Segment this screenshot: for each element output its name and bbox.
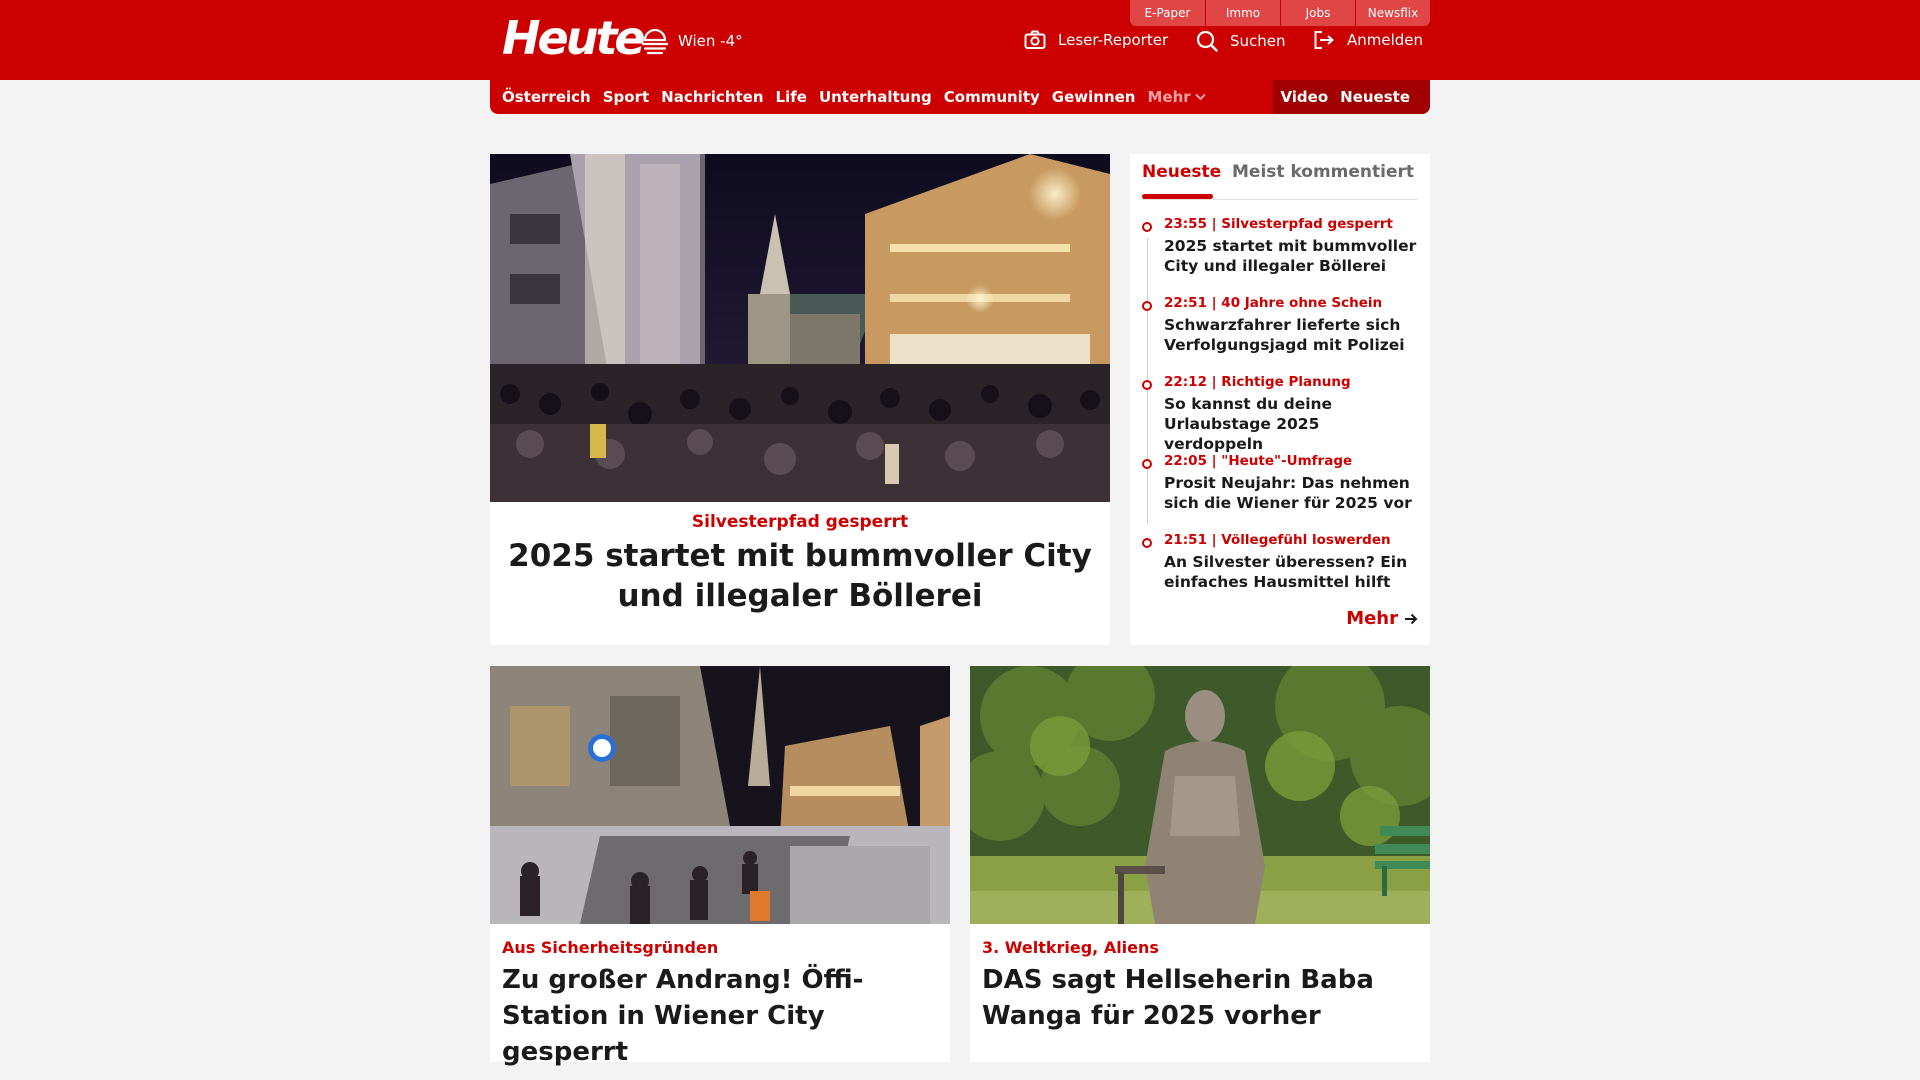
article-card[interactable]: 3. Weltkrieg, Aliens DAS sagt Hellseheri… (970, 666, 1430, 1062)
article-card[interactable]: Aus Sicherheitsgründen Zu großer Andrang… (490, 666, 950, 1067)
nav-items: Österreich Sport Nachrichten Life Unterh… (502, 80, 1206, 114)
hero-article[interactable]: Silvesterpfad gesperrt 2025 startet mit … (490, 154, 1110, 645)
camera-icon (1024, 30, 1046, 49)
tab-meist-kommentiert[interactable]: Meist kommentiert (1232, 162, 1414, 182)
ticker-meta: 22:51 | 40 Jahre ohne Schein (1164, 295, 1383, 311)
nav-item-gewinnen[interactable]: Gewinnen (1052, 88, 1136, 106)
nav-more-dropdown[interactable]: Mehr (1147, 88, 1206, 106)
service-links: E-Paper Immo Jobs Newsflix (1130, 0, 1430, 26)
ticker-tabs: Neueste Meist kommentiert (1142, 154, 1418, 200)
weather-icon (641, 28, 669, 55)
card-image-metro (490, 666, 950, 924)
search-button[interactable]: Suchen (1196, 30, 1286, 52)
more-news-link[interactable]: Mehr (1346, 608, 1418, 629)
top-header: Heute Wien -4° E-Paper Immo Jobs Newsfli… (0, 0, 1920, 80)
ticker-meta: 22:05 | "Heute"-Umfrage (1164, 453, 1353, 469)
login-label: Anmelden (1347, 31, 1424, 49)
tab-neueste[interactable]: Neueste (1142, 162, 1221, 182)
nav-item-sport[interactable]: Sport (603, 88, 649, 106)
ticker-title[interactable]: An Silvester überessen? Ein einfaches Ha… (1164, 552, 1420, 592)
search-label: Suchen (1230, 32, 1286, 50)
weather-label: Wien -4° (678, 32, 743, 50)
ticker-meta: 22:12 | Richtige Planung (1164, 374, 1351, 390)
arrow-right-icon (1405, 613, 1418, 624)
search-icon (1196, 30, 1218, 52)
ticker-meta: 23:55 | Silvesterpfad gesperrt (1164, 216, 1393, 232)
news-ticker-panel: Neueste Meist kommentiert 23:55 | Silves… (1130, 154, 1430, 645)
timeline-dot (1142, 301, 1152, 311)
nav-item-life[interactable]: Life (776, 88, 807, 106)
card-kicker: 3. Weltkrieg, Aliens (982, 938, 1159, 957)
leser-reporter-label: Leser-Reporter (1058, 31, 1169, 49)
chevron-down-icon (1194, 93, 1206, 101)
timeline-dot (1142, 222, 1152, 232)
toplink-jobs[interactable]: Jobs (1280, 0, 1355, 26)
ticker-title[interactable]: Prosit Neujahr: Das nehmen sich die Wien… (1164, 473, 1420, 513)
ticker-title[interactable]: Schwarzfahrer lieferte sich Verfolgungsj… (1164, 315, 1420, 355)
card-kicker: Aus Sicherheitsgründen (502, 938, 719, 957)
weather-widget[interactable]: Wien -4° (640, 24, 743, 58)
toplink-immo[interactable]: Immo (1205, 0, 1280, 26)
main-nav: Österreich Sport Nachrichten Life Unterh… (490, 80, 1430, 114)
ticker-title[interactable]: 2025 startet mit bummvoller City und ill… (1164, 236, 1420, 276)
toplink-newsflix[interactable]: Newsflix (1355, 0, 1430, 26)
ticker-meta: 21:51 | Völlegefühl loswerden (1164, 532, 1391, 548)
ticker-title[interactable]: So kannst du deine Urlaubstage 2025 verd… (1164, 394, 1420, 454)
nav-item-neueste[interactable]: Neueste (1340, 88, 1410, 106)
nav-item-nachrichten[interactable]: Nachrichten (661, 88, 763, 106)
nav-item-oesterreich[interactable]: Österreich (502, 88, 591, 106)
nav-item-community[interactable]: Community (944, 88, 1040, 106)
login-icon (1314, 31, 1335, 49)
hero-image (490, 154, 1110, 502)
heute-logo[interactable]: Heute (502, 10, 646, 66)
timeline-dot (1142, 380, 1152, 390)
leser-reporter-button[interactable]: Leser-Reporter (1024, 30, 1168, 50)
timeline-dot (1142, 459, 1152, 469)
card-headline[interactable]: Zu großer Andrang! Öffi-Station in Wiene… (502, 962, 942, 1070)
nav-more-label: Mehr (1147, 88, 1191, 106)
card-headline[interactable]: DAS sagt Hellseherin Baba Wanga für 2025… (982, 962, 1422, 1034)
nav-item-unterhaltung[interactable]: Unterhaltung (819, 88, 932, 106)
active-tab-indicator (1142, 194, 1213, 199)
toplink-epaper[interactable]: E-Paper (1130, 0, 1205, 26)
nav-item-video[interactable]: Video (1280, 88, 1328, 106)
card-image-statue (970, 666, 1430, 924)
login-button[interactable]: Anmelden (1313, 30, 1423, 50)
nav-right-group: Video Neueste (1273, 80, 1430, 114)
hero-headline[interactable]: 2025 startet mit bummvoller City und ill… (500, 536, 1100, 616)
timeline-dot (1142, 538, 1152, 548)
more-news-label: Mehr (1346, 608, 1398, 629)
hero-kicker: Silvesterpfad gesperrt (691, 512, 909, 532)
